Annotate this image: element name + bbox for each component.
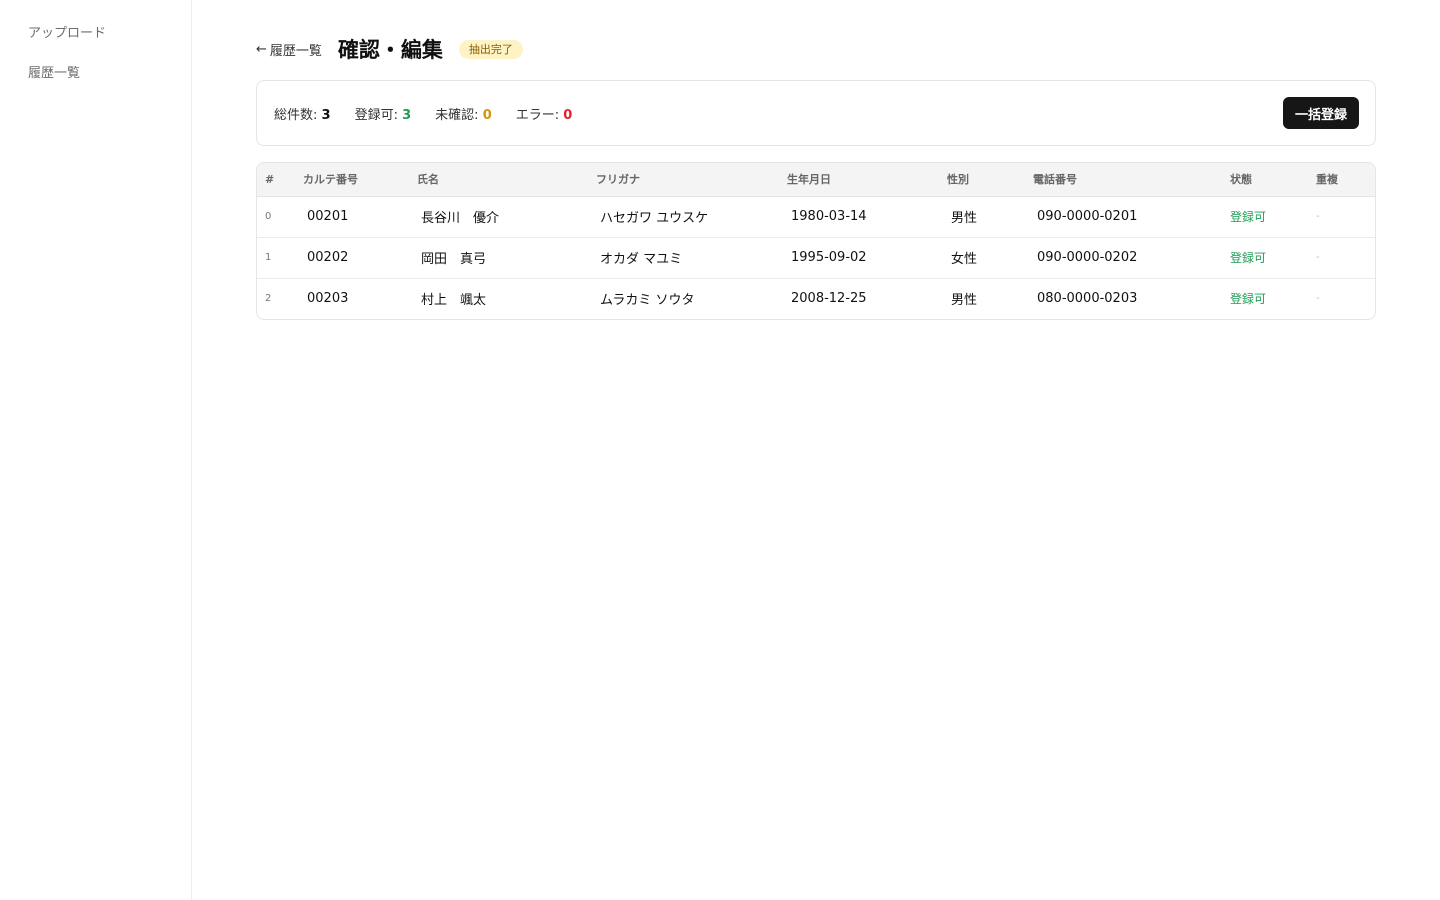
status-cell: 登録可 (1230, 251, 1267, 265)
kana-cell[interactable]: ハセガワ ユウスケ (588, 196, 779, 237)
summary-stats: 総件数: 3 登録可: 3 未確認: 0 エラー: 0 (274, 104, 572, 123)
app-root: アップロード 履歴一覧 ← 履歴一覧 確認・編集 抽出完了 総件数: 3 登録可… (0, 0, 1440, 900)
phone-cell[interactable]: 090-0000-0201 (1025, 196, 1222, 237)
name-cell[interactable]: 長谷川 優介 (409, 196, 588, 237)
status-badge: 抽出完了 (458, 39, 523, 59)
stat-total: 総件数: 3 (274, 104, 331, 123)
sex-cell[interactable]: 女性 (939, 237, 1025, 278)
status-cell: 登録可 (1230, 210, 1267, 224)
row-index: 0 (265, 211, 272, 222)
summary-card: 総件数: 3 登録可: 3 未確認: 0 エラー: 0 一括登録 (256, 80, 1376, 146)
stat-error: エラー: 0 (516, 104, 573, 123)
stat-unconfirmed-value: 0 (482, 107, 492, 123)
name-cell[interactable]: 村上 颯太 (409, 278, 588, 319)
column-header-duplicate: 重複 (1308, 163, 1375, 197)
stat-total-label: 総件数: (274, 107, 318, 123)
duplicate-cell: - (1316, 293, 1320, 305)
page-title: 確認・編集 (337, 38, 443, 62)
sidebar: アップロード 履歴一覧 (0, 0, 192, 900)
stat-unconfirmed: 未確認: 0 (435, 104, 492, 123)
column-header-karte: カルテ番号 (295, 163, 409, 197)
row-index: 1 (265, 252, 272, 263)
stat-error-label: エラー: (515, 107, 560, 123)
sidebar-item-upload[interactable]: アップロード (0, 24, 191, 64)
status-cell: 登録可 (1230, 292, 1267, 307)
table-header-row: # カルテ番号 氏名 フリガナ 生年月日 性別 電話番号 状態 重複 (257, 163, 1375, 197)
phone-cell[interactable]: 090-0000-0202 (1025, 237, 1222, 278)
stat-ok-value: 3 (402, 107, 412, 123)
duplicate-cell: - (1316, 211, 1320, 222)
back-arrow-icon: ← (256, 41, 267, 57)
records-table: # カルテ番号 氏名 フリガナ 生年月日 性別 電話番号 状態 重複 0 002 (256, 162, 1376, 320)
table-row: 1 00202 岡田 真弓 オカダ マユミ 1995-09-02 女性 090-… (257, 237, 1375, 278)
stat-total-value: 3 (321, 107, 331, 123)
sidebar-item-history[interactable]: 履歴一覧 (0, 64, 191, 104)
table-row: 2 00203 村上 颯太 ムラカミ ソウタ 2008-12-25 男性 080… (257, 278, 1375, 319)
column-header-sex: 性別 (939, 163, 1025, 197)
back-link-label: 履歴一覧 (269, 43, 322, 59)
stat-ok: 登録可: 3 (355, 104, 412, 123)
sex-cell[interactable]: 男性 (939, 196, 1025, 237)
column-header-name: 氏名 (409, 163, 588, 197)
column-header-status: 状態 (1222, 163, 1308, 197)
sex-cell[interactable]: 男性 (939, 278, 1025, 319)
bulk-register-button[interactable]: 一括登録 (1282, 97, 1359, 129)
karte-number-cell[interactable]: 00202 (295, 237, 409, 278)
column-header-phone: 電話番号 (1025, 163, 1222, 197)
main-content: ← 履歴一覧 確認・編集 抽出完了 総件数: 3 登録可: 3 未確認: 0 エ… (192, 0, 1440, 900)
back-to-history-link[interactable]: ← 履歴一覧 (256, 40, 322, 59)
karte-number-cell[interactable]: 00203 (295, 278, 409, 319)
stat-error-value: 0 (563, 107, 573, 123)
stat-ok-label: 登録可: (354, 107, 398, 123)
karte-number-cell[interactable]: 00201 (295, 196, 409, 237)
name-cell[interactable]: 岡田 真弓 (409, 237, 588, 278)
dob-cell[interactable]: 1995-09-02 (779, 237, 939, 278)
duplicate-cell: - (1316, 252, 1320, 263)
page-header: ← 履歴一覧 確認・編集 抽出完了 (256, 34, 523, 64)
phone-cell[interactable]: 080-0000-0203 (1025, 278, 1222, 319)
table-row: 0 00201 長谷川 優介 ハセガワ ユウスケ 1980-03-14 男性 0… (257, 196, 1375, 237)
column-header-dob: 生年月日 (779, 163, 939, 197)
dob-cell[interactable]: 1980-03-14 (779, 196, 939, 237)
stat-unconfirmed-label: 未確認: (435, 107, 479, 123)
row-index: 2 (265, 293, 272, 305)
column-header-kana: フリガナ (588, 163, 779, 197)
dob-cell[interactable]: 2008-12-25 (779, 278, 939, 319)
column-header-index: # (257, 163, 295, 197)
kana-cell[interactable]: ムラカミ ソウタ (588, 278, 779, 319)
kana-cell[interactable]: オカダ マユミ (588, 237, 779, 278)
